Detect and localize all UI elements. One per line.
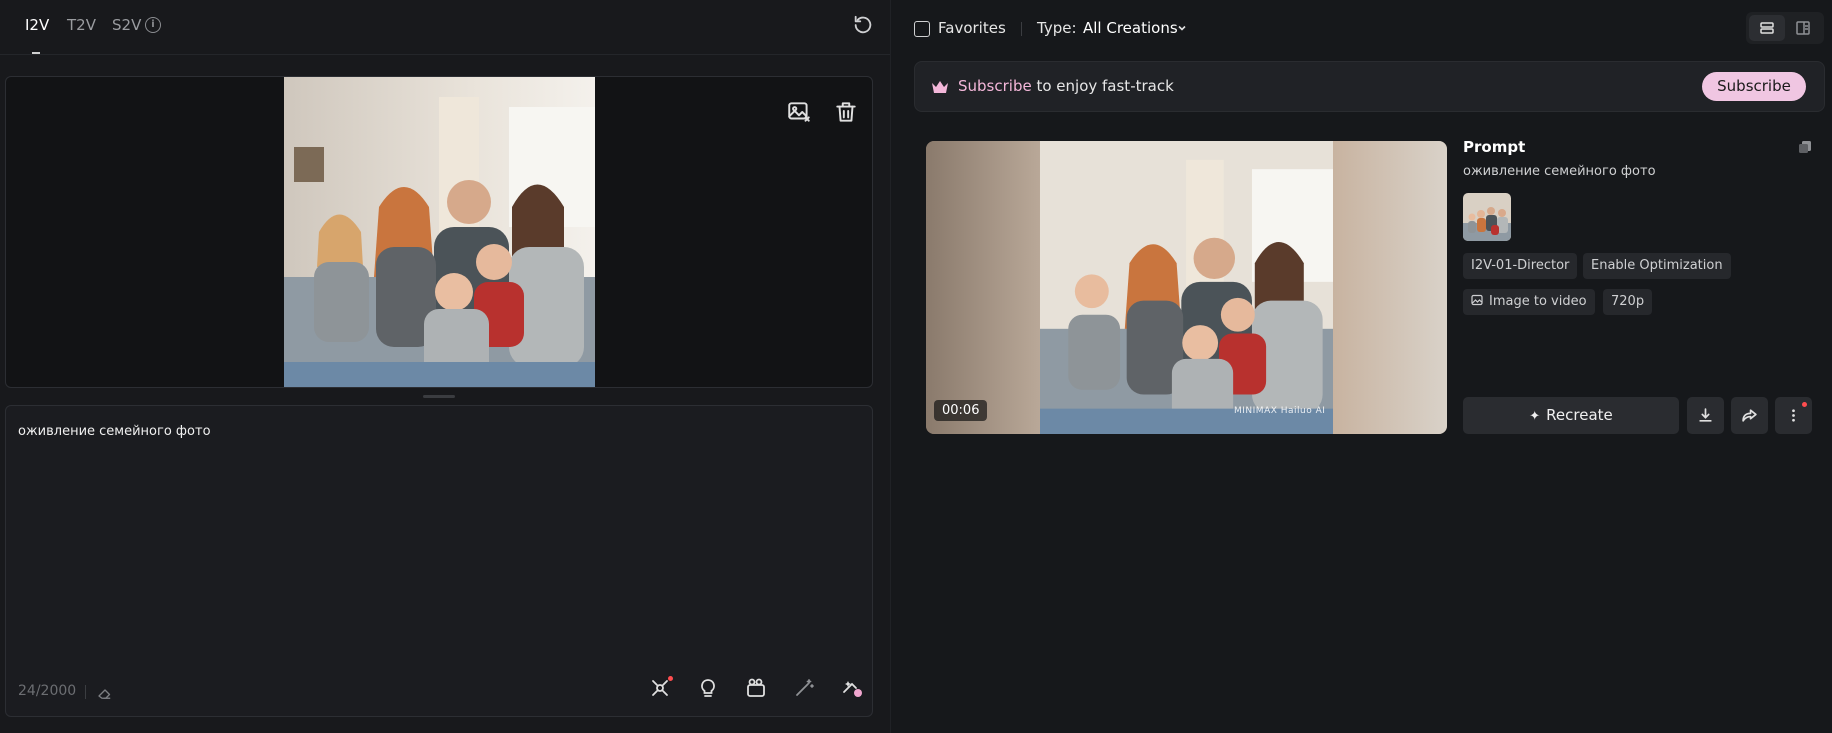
- lightbulb-icon[interactable]: [694, 674, 722, 702]
- replace-image-icon[interactable]: [786, 99, 812, 125]
- recreate-button[interactable]: ✦ Recreate: [1463, 397, 1679, 434]
- delete-image-icon[interactable]: [833, 99, 859, 125]
- reference-thumbnail[interactable]: [1463, 193, 1511, 241]
- download-icon: [1699, 408, 1712, 422]
- optimization-chip: Enable Optimization: [1583, 253, 1731, 279]
- sparkle-icon: ✦: [1529, 409, 1541, 424]
- counter-divider: [85, 685, 86, 699]
- download-button[interactable]: [1687, 397, 1724, 434]
- more-options-button[interactable]: [1775, 397, 1812, 434]
- favorites-checkbox[interactable]: [914, 21, 930, 37]
- model-chip: I2V-01-Director: [1463, 253, 1578, 279]
- generated-video[interactable]: 00:06 MINIMAX Hailuo AI: [926, 141, 1447, 434]
- left-panel: I2V T2V S2V i оживление семейного фото 2…: [0, 0, 890, 733]
- magic-wand-icon[interactable]: [790, 674, 818, 702]
- notification-dot: [668, 676, 673, 681]
- subscribe-banner: Subscribe to enjoy fast-track Subscribe: [914, 61, 1825, 112]
- mode-chip-label: Image to video: [1489, 294, 1587, 309]
- crown-icon: [932, 81, 948, 93]
- favorites-label[interactable]: Favorites: [938, 19, 1006, 37]
- resolution-chip: 720p: [1603, 289, 1653, 315]
- refresh-icon[interactable]: [852, 14, 874, 36]
- mode-tabs: I2V T2V S2V i: [0, 0, 890, 55]
- list-view-button[interactable]: [1749, 15, 1785, 41]
- eraser-icon[interactable]: [96, 684, 114, 702]
- type-label: Type:: [1037, 19, 1077, 37]
- mode-chip: Image to video: [1463, 289, 1595, 315]
- share-icon: [1742, 409, 1757, 422]
- video-watermark: MINIMAX Hailuo AI: [1234, 406, 1326, 416]
- prompt-description: оживление семейного фото: [1463, 164, 1656, 179]
- type-dropdown[interactable]: All Creations: [1083, 19, 1178, 37]
- prompt-text[interactable]: оживление семейного фото: [18, 424, 211, 439]
- right-panel: Favorites Type: All Creations Subscribe …: [891, 0, 1832, 733]
- image-icon: [1471, 294, 1483, 306]
- ai-enhance-icon[interactable]: [838, 674, 866, 702]
- tab-t2v[interactable]: T2V: [67, 16, 96, 34]
- video-duration: 00:06: [934, 400, 988, 421]
- recreate-label: Recreate: [1546, 406, 1613, 424]
- video-frame-family: [1040, 141, 1333, 434]
- toolbar-divider: [1021, 22, 1022, 36]
- banner-text: Subscribe to enjoy fast-track: [958, 77, 1174, 95]
- chevron-down-icon[interactable]: [1177, 23, 1187, 33]
- char-counter: 24/2000: [18, 683, 77, 699]
- resize-handle[interactable]: [423, 395, 455, 398]
- more-vertical-icon: [1792, 409, 1795, 422]
- copy-icon[interactable]: [1797, 139, 1813, 155]
- tab-indicator: [32, 52, 40, 54]
- uploaded-family-photo: [284, 77, 595, 387]
- banner-highlight[interactable]: Subscribe: [958, 77, 1032, 95]
- split-view-icon: [1796, 21, 1810, 35]
- list-view-icon: [1760, 22, 1774, 34]
- prompt-heading: Prompt: [1463, 138, 1526, 156]
- prompt-input[interactable]: оживление семейного фото 24/2000: [5, 405, 873, 717]
- view-toggle: [1746, 12, 1824, 44]
- info-icon[interactable]: i: [145, 17, 161, 33]
- image-upload-area[interactable]: [5, 76, 873, 388]
- camera-movement-icon[interactable]: [742, 674, 770, 702]
- share-button[interactable]: [1731, 397, 1768, 434]
- tab-i2v[interactable]: I2V: [25, 16, 49, 34]
- subscribe-button[interactable]: Subscribe: [1702, 72, 1806, 101]
- banner-rest: to enjoy fast-track: [1031, 77, 1174, 95]
- split-view-button[interactable]: [1785, 15, 1821, 41]
- more-notification-dot: [1802, 402, 1807, 407]
- tab-s2v[interactable]: S2V: [112, 16, 141, 34]
